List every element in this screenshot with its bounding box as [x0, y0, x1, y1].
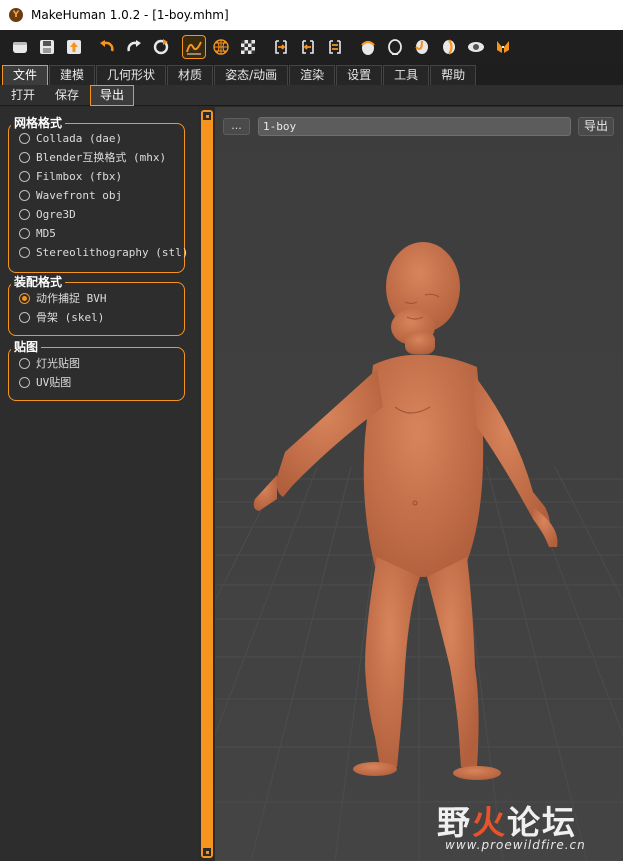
main-tabs: 文件 建模 几何形状 材质 姿态/动画 渲染 设置 工具 帮助: [0, 63, 623, 85]
radio-skel[interactable]: 骨架 (skel): [19, 309, 104, 325]
subtab-load[interactable]: 打开: [2, 86, 44, 105]
wireframe-icon[interactable]: [209, 35, 233, 59]
top-view-icon[interactable]: [356, 35, 380, 59]
rig-format-group: 装配格式 动作捕捉 BVH 骨架 (skel): [8, 275, 185, 336]
rig-format-title: 装配格式: [11, 275, 66, 289]
tab-modelling[interactable]: 建模: [49, 65, 96, 85]
radio-label: MD5: [36, 226, 56, 240]
left-view-icon[interactable]: [296, 35, 320, 59]
radio-label: 灯光贴图: [36, 357, 80, 370]
radio-button[interactable]: [19, 292, 30, 304]
left-panel: 网格格式 Collada (dae) Blender互换格式 (mhx) Fil…: [0, 107, 198, 861]
export-icon[interactable]: [62, 35, 86, 59]
rounded-box-icon[interactable]: [8, 35, 32, 59]
browse-button[interactable]: ...: [223, 118, 250, 135]
front-view-icon[interactable]: [269, 35, 293, 59]
radio-label: UV贴图: [36, 376, 72, 389]
scrollbar-bottom-handle[interactable]: [202, 847, 212, 857]
radio-blender-mhx[interactable]: Blender互换格式 (mhx): [19, 149, 166, 165]
background-icon[interactable]: [236, 35, 260, 59]
tab-pose-animate[interactable]: 姿态/动画: [214, 65, 289, 85]
radio-label: Collada (dae): [36, 131, 123, 145]
3d-viewport[interactable]: [215, 107, 623, 861]
tab-help[interactable]: 帮助: [430, 65, 477, 85]
tab-geometry[interactable]: 几何形状: [96, 65, 167, 85]
radio-button[interactable]: [19, 311, 30, 323]
tab-rendering[interactable]: 渲染: [289, 65, 336, 85]
app-logo-icon: Y: [9, 8, 23, 22]
watermark-url: www.proewildfire.cn: [445, 838, 586, 852]
radio-label: 骨架 (skel): [36, 311, 105, 324]
toolbar: [0, 30, 623, 63]
watermark-text-b: 火: [472, 803, 507, 842]
tab-utilities[interactable]: 工具: [383, 65, 430, 85]
title-bar: Y MakeHuman 1.0.2 - [1-boy.mhm]: [0, 0, 623, 30]
radio-collada[interactable]: Collada (dae): [19, 130, 122, 146]
subtab-save[interactable]: 保存: [46, 86, 88, 105]
camera-icon[interactable]: [464, 35, 488, 59]
filename-input[interactable]: 1-boy: [258, 117, 571, 136]
tab-material[interactable]: 材质: [167, 65, 214, 85]
radio-light-map[interactable]: 灯光贴图: [19, 355, 80, 371]
tab-file[interactable]: 文件: [2, 65, 49, 85]
maps-title: 贴图: [11, 340, 42, 354]
window-title: MakeHuman 1.0.2 - [1-boy.mhm]: [31, 8, 229, 22]
tab-settings[interactable]: 设置: [336, 65, 383, 85]
radio-button[interactable]: [19, 357, 30, 369]
radio-button[interactable]: [19, 208, 30, 220]
watermark-logo: 野火论坛: [437, 796, 577, 844]
radio-bvh[interactable]: 动作捕捉 BVH: [19, 290, 107, 306]
back-view-icon[interactable]: [383, 35, 407, 59]
radio-label: Wavefront obj: [36, 188, 123, 202]
radio-button[interactable]: [19, 189, 30, 201]
sub-tabs: 打开 保存 导出: [0, 84, 623, 106]
radio-ogre3d[interactable]: Ogre3D: [19, 206, 76, 222]
radio-button[interactable]: [19, 170, 30, 182]
radio-label: Blender互换格式 (mhx): [36, 151, 167, 164]
radio-label: 动作捕捉 BVH: [36, 292, 107, 305]
radio-button[interactable]: [19, 376, 30, 388]
radio-filmbox[interactable]: Filmbox (fbx): [19, 168, 122, 184]
radio-label: Stereolithography (stl): [36, 245, 189, 259]
radio-label: Ogre3D: [36, 207, 76, 221]
radio-button[interactable]: [19, 132, 30, 144]
redo-icon[interactable]: [122, 35, 146, 59]
mesh-format-group: 网格格式 Collada (dae) Blender互换格式 (mhx) Fil…: [8, 116, 188, 273]
scrollbar-top-handle[interactable]: [202, 111, 212, 121]
radio-wavefront[interactable]: Wavefront obj: [19, 187, 122, 203]
watermark-text-a: 野: [437, 803, 472, 842]
radio-stl[interactable]: Stereolithography (stl): [19, 244, 188, 260]
export-button[interactable]: 导出: [578, 117, 614, 136]
bottom-view-icon[interactable]: [410, 35, 434, 59]
reset-icon[interactable]: [149, 35, 173, 59]
save-icon[interactable]: [35, 35, 59, 59]
radio-uv-map[interactable]: UV贴图: [19, 374, 71, 390]
smooth-icon[interactable]: [182, 34, 206, 59]
subtab-export[interactable]: 导出: [90, 84, 135, 106]
grab-icon[interactable]: [491, 35, 515, 59]
radio-button[interactable]: [19, 246, 30, 258]
maps-group: 贴图 灯光贴图 UV贴图: [8, 340, 185, 401]
radio-md5[interactable]: MD5: [19, 225, 56, 241]
left-panel-scrollbar[interactable]: [201, 110, 213, 858]
watermark-text-c: 论坛: [507, 803, 577, 842]
scene-render: [215, 107, 623, 861]
global-view-icon[interactable]: [437, 35, 461, 59]
radio-button[interactable]: [19, 227, 30, 239]
undo-icon[interactable]: [95, 35, 119, 59]
mesh-format-title: 网格格式: [11, 116, 66, 130]
radio-button[interactable]: [19, 151, 30, 163]
radio-label: Filmbox (fbx): [36, 169, 123, 183]
right-view-icon[interactable]: [323, 35, 347, 59]
